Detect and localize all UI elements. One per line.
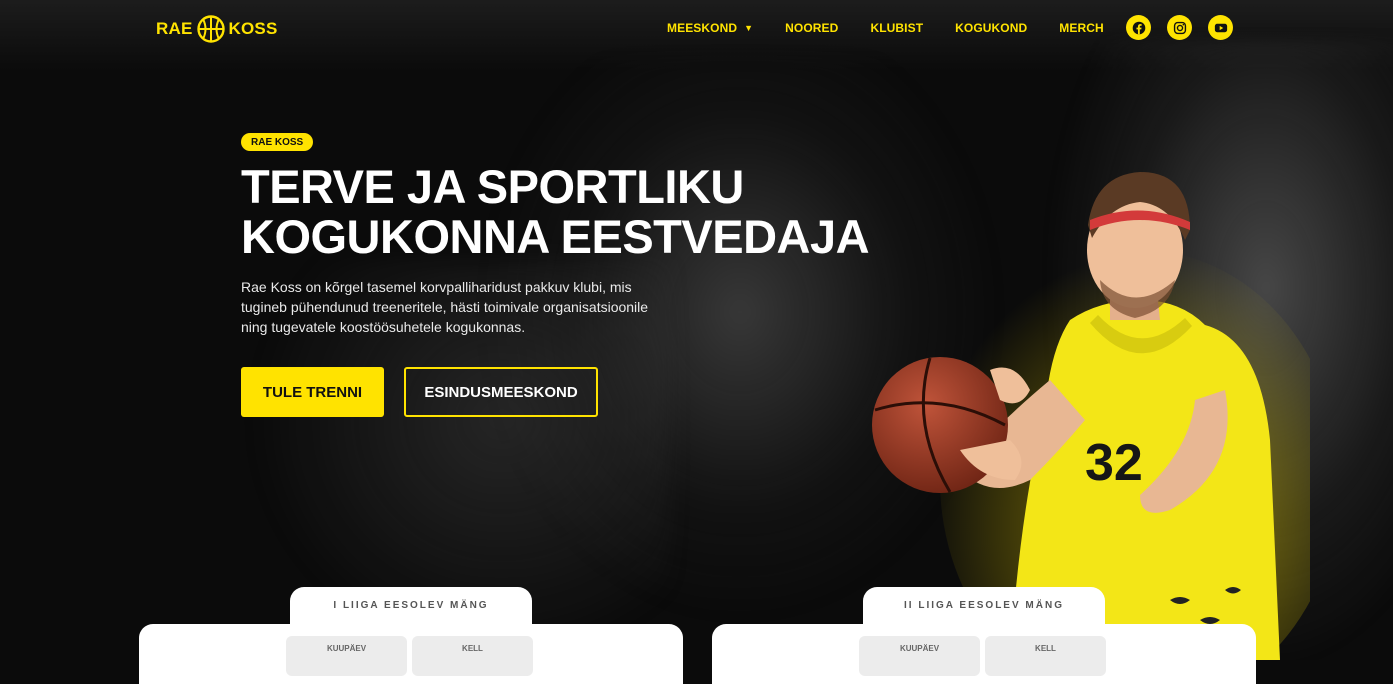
youtube-link[interactable]	[1208, 15, 1233, 40]
nav-item-label: KLUBIST	[870, 21, 924, 35]
hero-description: Rae Koss on kõrgel tasemel korvpallihari…	[241, 279, 649, 335]
social-links	[1126, 15, 1233, 40]
jersey-number: 32	[1085, 434, 1143, 492]
nav-item-label: MEESKOND	[667, 21, 738, 35]
match-card-title: I LIIGA EESOLEV MÄNG	[290, 587, 532, 637]
youtube-icon	[1214, 23, 1227, 32]
match-date-box: KUUPÄEV	[286, 636, 407, 676]
match-date-label: KUUPÄEV	[899, 644, 940, 653]
hero-badge: RAE KOSS	[241, 133, 314, 151]
instagram-link[interactable]	[1167, 15, 1192, 40]
join-training-button[interactable]: TULE TRENNI	[241, 367, 384, 417]
nav-item-noored[interactable]: NOORED	[785, 21, 838, 35]
nav-item-meeskond[interactable]: MEESKOND ▼	[667, 21, 753, 35]
nav-item-merch[interactable]: MERCH	[1059, 21, 1104, 35]
logo-text-right: KOSS	[228, 19, 278, 38]
nav-item-klubist[interactable]: KLUBIST	[870, 21, 923, 35]
first-team-button[interactable]: ESINDUSMEESKOND	[404, 367, 598, 417]
nav-item-label: KOGUKOND	[955, 21, 1028, 35]
club-logo[interactable]: RAE KOSS	[156, 12, 277, 46]
instagram-icon	[1173, 21, 1186, 34]
match-card-title: II LIIGA EESOLEV MÄNG	[863, 587, 1105, 637]
facebook-icon	[1132, 21, 1145, 34]
logo-text-left: RAE	[156, 19, 193, 38]
match-time-box: KELL	[412, 636, 533, 676]
nav-item-label: NOORED	[785, 21, 839, 35]
nav-item-kogukond[interactable]: KOGUKOND	[955, 21, 1027, 35]
nav-item-label: MERCH	[1059, 21, 1104, 35]
chevron-down-icon: ▼	[744, 23, 754, 33]
facebook-link[interactable]	[1126, 15, 1151, 40]
match-date-label: KUUPÄEV	[326, 644, 367, 653]
basketball-icon	[196, 15, 225, 43]
headline-line-1: TERVE JA SPORTLIKU	[241, 160, 744, 213]
match-time-label: KELL	[462, 644, 483, 653]
match-time-box: KELL	[985, 636, 1106, 676]
hero-headline: TERVE JA SPORTLIKU KOGUKONNA EESTVEDAJA	[241, 162, 881, 262]
match-time-label: KELL	[1035, 644, 1056, 653]
player-photo: 32	[872, 172, 1310, 660]
match-date-box: KUUPÄEV	[859, 636, 980, 676]
main-nav: MEESKOND ▼ NOORED KLUBIST KOGUKOND MERCH	[667, 19, 1136, 37]
headline-line-2: KOGUKONNA EESTVEDAJA	[241, 210, 870, 263]
